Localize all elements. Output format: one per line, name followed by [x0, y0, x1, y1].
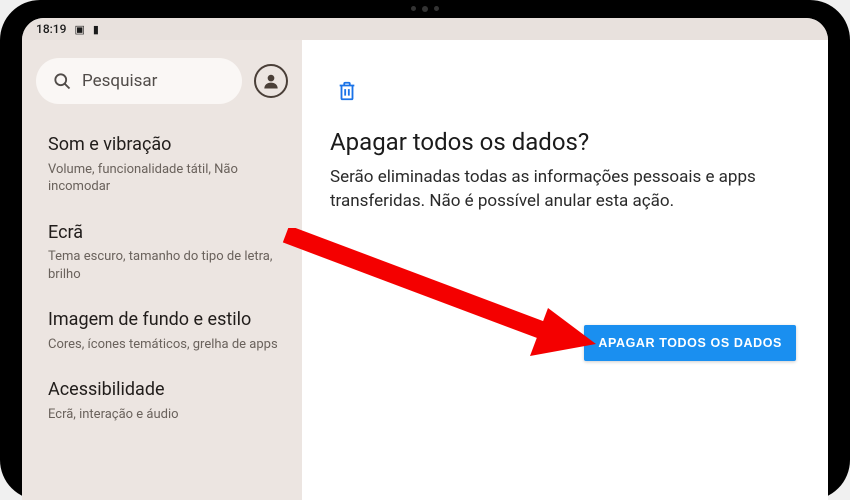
settings-sidebar: Pesquisar Som e vibração Volume, funcion…: [22, 40, 302, 500]
search-icon: [52, 71, 72, 91]
sidebar-item-title: Ecrã: [48, 222, 278, 245]
page-description: Serão eliminadas todas as informações pe…: [330, 166, 798, 214]
sidebar-item-title: Acessibilidade: [48, 379, 278, 402]
sidebar-item-wallpaper[interactable]: Imagem de fundo e estilo Cores, ícones t…: [36, 297, 288, 367]
delete-icon-box: [336, 80, 798, 106]
device-frame: 18:19 ▣ ▮ Pesquisar: [0, 0, 850, 500]
sidebar-item-subtitle: Volume, funcionalidade tátil, Não incomo…: [48, 161, 278, 196]
search-input[interactable]: Pesquisar: [36, 58, 242, 104]
sidebar-item-title: Som e vibração: [48, 134, 278, 157]
status-bar: 18:19 ▣ ▮: [22, 18, 828, 40]
screen: 18:19 ▣ ▮ Pesquisar: [22, 18, 828, 500]
account-icon: [261, 71, 281, 91]
sidebar-item-sound[interactable]: Som e vibração Volume, funcionalidade tá…: [36, 122, 288, 210]
main-panel: Apagar todos os dados? Serão eliminadas …: [302, 40, 828, 500]
camera-cluster: [411, 6, 439, 12]
sidebar-item-display[interactable]: Ecrã Tema escuro, tamanho do tipo de let…: [36, 210, 288, 298]
trash-icon: [336, 80, 358, 102]
sidebar-item-title: Imagem de fundo e estilo: [48, 309, 278, 332]
account-button[interactable]: [254, 64, 288, 98]
status-icon-app: ▣: [74, 23, 84, 36]
sidebar-item-accessibility[interactable]: Acessibilidade Ecrã, interação e áudio: [36, 367, 288, 437]
page-title: Apagar todos os dados?: [330, 128, 798, 156]
status-time: 18:19: [36, 22, 66, 36]
search-row: Pesquisar: [36, 58, 288, 104]
status-icon-sd: ▮: [93, 23, 99, 36]
erase-all-data-button[interactable]: APAGAR TODOS OS DADOS: [584, 325, 796, 361]
sidebar-item-subtitle: Cores, ícones temáticos, grelha de apps: [48, 336, 278, 354]
content-area: Pesquisar Som e vibração Volume, funcion…: [22, 40, 828, 500]
sidebar-item-subtitle: Ecrã, interação e áudio: [48, 406, 278, 424]
sidebar-item-subtitle: Tema escuro, tamanho do tipo de letra, b…: [48, 248, 278, 283]
annotation-arrow: [280, 228, 600, 368]
search-placeholder: Pesquisar: [82, 71, 157, 91]
